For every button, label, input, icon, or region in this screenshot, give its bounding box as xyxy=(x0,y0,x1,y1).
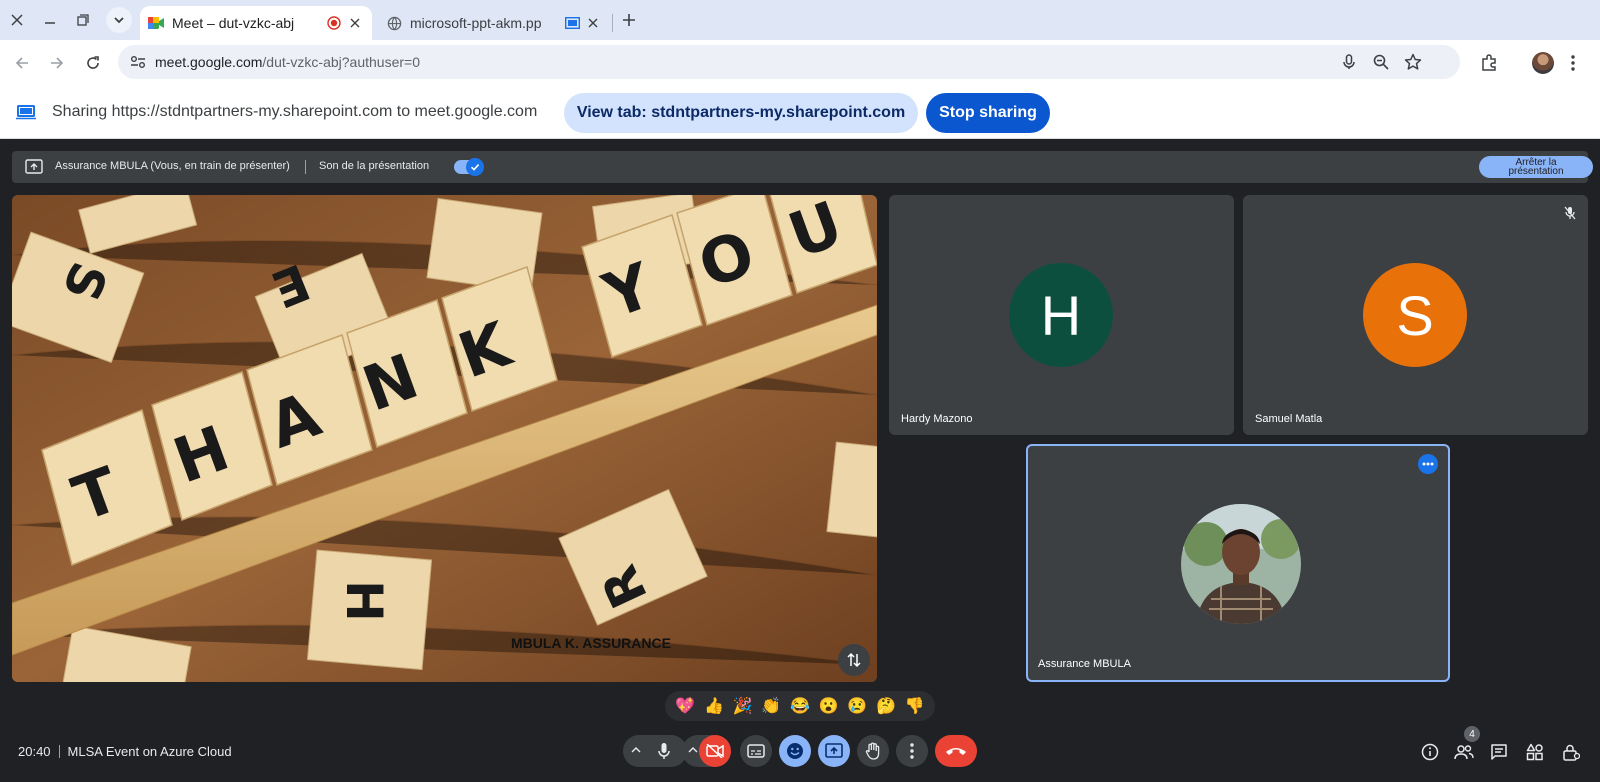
tab-search-dropdown-icon[interactable] xyxy=(106,7,132,33)
site-info-icon[interactable] xyxy=(130,55,146,69)
clock-time: 20:40 xyxy=(18,744,51,759)
microphone-control[interactable] xyxy=(623,735,687,767)
reload-icon[interactable] xyxy=(80,50,106,76)
close-window-icon[interactable] xyxy=(4,7,30,33)
presentation-sound-toggle[interactable] xyxy=(454,158,484,176)
more-options-icon[interactable] xyxy=(1418,454,1438,474)
reactions-button[interactable] xyxy=(779,735,811,767)
extensions-icon[interactable] xyxy=(1476,50,1502,76)
swap-layout-icon[interactable] xyxy=(838,644,870,676)
recording-icon xyxy=(326,15,342,31)
tab-title: Meet – dut-vzkc-abj xyxy=(172,15,295,31)
participant-name: Hardy Mazono xyxy=(901,413,973,425)
zoom-icon[interactable] xyxy=(1372,53,1390,71)
more-options-button[interactable] xyxy=(896,735,928,767)
reaction-clapping[interactable]: 👏 xyxy=(758,693,784,719)
close-tab-icon[interactable] xyxy=(346,14,364,32)
stop-presenting-button[interactable]: Arrêter la présentation xyxy=(1479,156,1593,178)
address-bar[interactable]: meet.google.com/dut-vzkc-abj?authuser=0 xyxy=(118,45,1460,79)
participant-tile-self[interactable]: Assurance MBULA xyxy=(1026,444,1450,682)
reaction-surprised[interactable]: 😮 xyxy=(816,693,842,719)
tab-strip: Meet – dut-vzkc-abj microsoft-ppt-akm.pp xyxy=(0,0,1600,40)
avatar xyxy=(1181,504,1301,624)
present-screen-icon xyxy=(825,743,843,758)
check-icon xyxy=(466,158,484,176)
present-now-button[interactable] xyxy=(818,735,850,767)
participant-name: Samuel Matla xyxy=(1255,413,1323,425)
more-vert-icon xyxy=(910,743,914,759)
browser-menu-icon[interactable] xyxy=(1560,50,1586,76)
reaction-party-popper[interactable]: 🎉 xyxy=(730,693,756,719)
raise-hand-icon xyxy=(865,742,880,760)
reaction-thumbs-down[interactable]: 👎 xyxy=(902,693,928,719)
mic-off-icon xyxy=(1564,206,1576,220)
chat-icon[interactable] xyxy=(1487,740,1511,764)
forward-icon[interactable] xyxy=(44,50,70,76)
captions-button[interactable] xyxy=(740,735,772,767)
restore-icon[interactable] xyxy=(70,7,96,33)
meeting-info: 20:40 MLSA Event on Azure Cloud xyxy=(18,744,232,759)
tab-sharing-infobar: Sharing https://stdntpartners-my.sharepo… xyxy=(0,85,1600,139)
stop-sharing-button[interactable]: Stop sharing xyxy=(926,93,1050,133)
reaction-thinking[interactable]: 🤔 xyxy=(873,693,899,719)
chevron-up-icon[interactable] xyxy=(631,746,641,754)
google-meet-icon xyxy=(148,15,164,31)
participant-tile-samuel[interactable]: S Samuel Matla xyxy=(1243,195,1588,435)
minimize-icon[interactable] xyxy=(37,7,63,33)
new-tab-icon[interactable] xyxy=(616,7,642,33)
microphone-in-use-icon[interactable] xyxy=(1340,53,1358,71)
reaction-sparkling-heart[interactable]: 💖 xyxy=(672,693,698,719)
chevron-up-icon[interactable] xyxy=(688,746,698,754)
raise-hand-button[interactable] xyxy=(857,735,889,767)
back-icon[interactable] xyxy=(9,50,35,76)
tab-title: microsoft-ppt-akm.pp xyxy=(410,15,542,31)
presenting-bar: Assurance MBULA (Vous, en train de prése… xyxy=(12,151,1593,183)
present-screen-icon xyxy=(25,159,43,174)
meeting-title: MLSA Event on Azure Cloud xyxy=(67,744,232,759)
presentation-sound-label: Son de la présentation xyxy=(319,160,430,172)
people-icon[interactable] xyxy=(1452,740,1476,764)
host-controls-icon[interactable] xyxy=(1559,740,1583,764)
view-tab-button[interactable]: View tab: stdntpartners-my.sharepoint.co… xyxy=(564,93,918,133)
presenting-status-text: Assurance MBULA (Vous, en train de prése… xyxy=(55,160,290,172)
participant-count-badge: 4 xyxy=(1464,726,1480,742)
tab-sharing-icon xyxy=(564,15,580,31)
reaction-thumbs-up[interactable]: 👍 xyxy=(701,693,727,719)
globe-icon xyxy=(386,15,402,31)
captions-icon xyxy=(747,744,765,758)
leave-call-button[interactable] xyxy=(935,735,977,767)
end-call-icon xyxy=(946,748,966,755)
divider xyxy=(305,160,306,174)
camera-off-icon[interactable] xyxy=(699,735,731,767)
participant-name: Assurance MBULA xyxy=(1038,658,1131,670)
close-tab-icon[interactable] xyxy=(584,14,602,32)
camera-control[interactable] xyxy=(682,735,731,767)
profile-avatar[interactable] xyxy=(1532,52,1554,74)
tab-meet[interactable]: Meet – dut-vzkc-abj xyxy=(140,6,372,40)
tab-separator xyxy=(612,14,613,32)
presentation-slide-image: T H A N K Y O U E R H S xyxy=(12,195,877,682)
meeting-details-icon[interactable] xyxy=(1418,740,1442,764)
activities-icon[interactable] xyxy=(1523,740,1547,764)
slide-caption: MBULA K. ASSURANCE xyxy=(511,635,671,651)
reaction-sad[interactable]: 😢 xyxy=(844,693,870,719)
avatar: S xyxy=(1363,263,1467,367)
screen-share-icon xyxy=(16,104,36,120)
bookmark-star-icon[interactable] xyxy=(1404,53,1422,71)
emoji-icon xyxy=(787,743,803,759)
avatar: H xyxy=(1009,263,1113,367)
divider xyxy=(58,745,60,758)
url-text: meet.google.com/dut-vzkc-abj?authuser=0 xyxy=(155,54,420,70)
browser-toolbar: meet.google.com/dut-vzkc-abj?authuser=0 xyxy=(0,40,1600,85)
reactions-bar: 💖 👍 🎉 👏 😂 😮 😢 🤔 👎 xyxy=(665,691,935,721)
presentation-view: T H A N K Y O U E R H S MBULA K. ASSURAN… xyxy=(12,195,877,682)
sharing-status-text: Sharing https://stdntpartners-my.sharepo… xyxy=(52,103,538,120)
microphone-icon[interactable] xyxy=(657,742,671,760)
reaction-laughing[interactable]: 😂 xyxy=(787,693,813,719)
svg-text:H: H xyxy=(335,580,393,622)
tab-ppt[interactable]: microsoft-ppt-akm.pp xyxy=(378,6,610,40)
participant-tile-hardy[interactable]: H Hardy Mazono xyxy=(889,195,1234,435)
